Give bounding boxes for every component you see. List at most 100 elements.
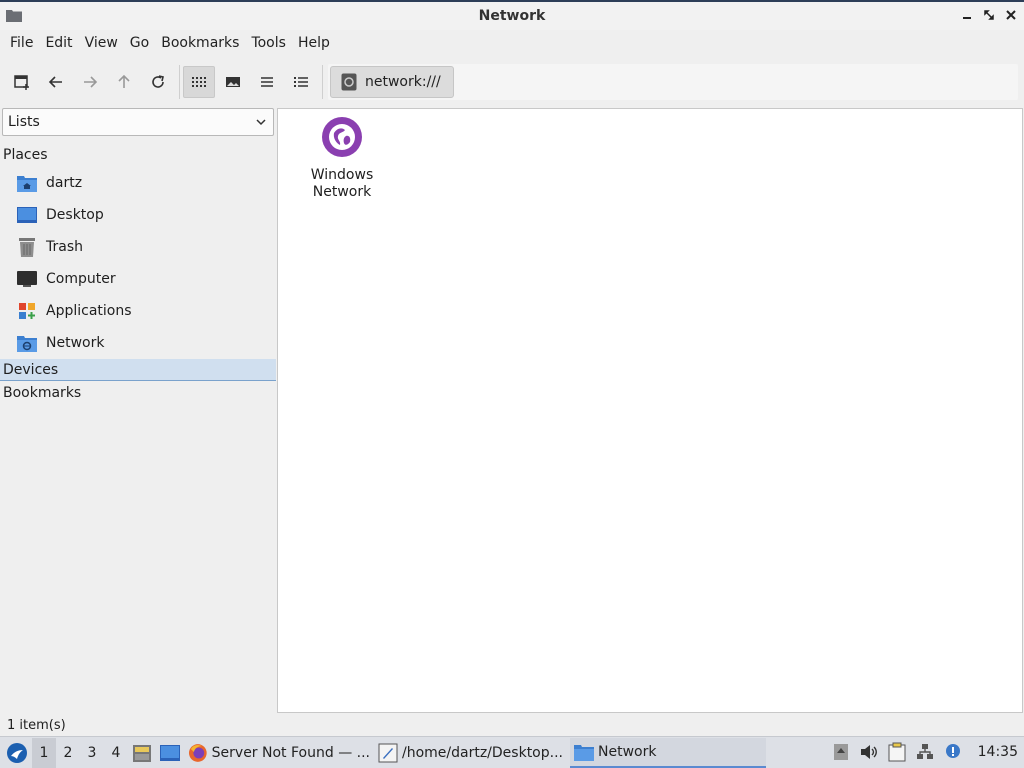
computer-icon bbox=[16, 268, 38, 290]
task-label: Server Not Found — ... bbox=[211, 744, 370, 761]
thumbnail-view-button[interactable] bbox=[217, 66, 249, 98]
quicklaunch-show-desktop[interactable] bbox=[156, 738, 184, 768]
minimize-icon bbox=[963, 17, 971, 19]
devices-header[interactable]: Devices bbox=[0, 359, 276, 381]
network-drive-icon bbox=[341, 73, 357, 91]
menu-view[interactable]: View bbox=[79, 35, 124, 51]
network-icon bbox=[916, 744, 933, 759]
detailed-list-icon bbox=[294, 77, 308, 87]
menu-bookmarks[interactable]: Bookmarks bbox=[155, 35, 245, 51]
file-item-windows-network[interactable]: Windows Network bbox=[300, 115, 384, 201]
sidebar-item-label: Network bbox=[46, 335, 105, 351]
quicklaunch-file-manager[interactable] bbox=[128, 738, 156, 768]
menu-tools[interactable]: Tools bbox=[245, 35, 292, 51]
desktop-icon bbox=[160, 744, 180, 761]
arrow-left-icon bbox=[48, 76, 62, 88]
arrow-up-icon bbox=[118, 74, 130, 88]
reload-icon bbox=[152, 75, 164, 88]
sidebar-item-label: Applications bbox=[46, 303, 132, 319]
sidebar: Lists Places dartz Desktop Trash Compute… bbox=[0, 108, 276, 712]
sidebar-item-label: Trash bbox=[46, 239, 83, 255]
system-tray: 14:35 bbox=[830, 737, 1024, 767]
tray-network[interactable] bbox=[914, 741, 936, 763]
workspace-4[interactable]: 4 bbox=[104, 738, 128, 768]
task-label: Network bbox=[598, 743, 657, 760]
item-count: 1 item(s) bbox=[7, 717, 66, 733]
workspace-2[interactable]: 2 bbox=[56, 738, 80, 768]
task-network[interactable]: Network bbox=[570, 737, 766, 768]
applications-icon bbox=[16, 300, 38, 322]
sidebar-mode-select[interactable]: Lists bbox=[2, 108, 274, 136]
places-header[interactable]: Places bbox=[0, 144, 276, 166]
title-bar: Network bbox=[0, 0, 1024, 30]
path-location: network:/// bbox=[365, 74, 441, 90]
file-item-label: Network bbox=[312, 184, 372, 200]
sidebar-mode-label: Lists bbox=[8, 114, 40, 130]
menu-help[interactable]: Help bbox=[292, 35, 336, 51]
image-icon bbox=[226, 77, 240, 87]
icon-view-button[interactable] bbox=[183, 66, 215, 98]
list-icon bbox=[261, 77, 273, 87]
task-firefox[interactable]: Server Not Found — ... bbox=[184, 738, 374, 768]
sidebar-item-network[interactable]: Network bbox=[0, 328, 276, 358]
folder-icon bbox=[574, 744, 594, 761]
new-tab-icon bbox=[14, 75, 29, 90]
network-folder-icon bbox=[16, 332, 38, 354]
clock[interactable]: 14:35 bbox=[978, 744, 1018, 760]
window-title: Network bbox=[478, 8, 546, 24]
package-icon bbox=[833, 744, 848, 760]
file-cabinet-icon bbox=[133, 744, 151, 762]
grid-icon bbox=[192, 77, 206, 87]
start-menu-button[interactable] bbox=[2, 738, 32, 768]
workspace-3[interactable]: 3 bbox=[80, 738, 104, 768]
sidebar-item-label: Computer bbox=[46, 271, 116, 287]
sidebar-item-computer[interactable]: Computer bbox=[0, 264, 276, 294]
maximize-icon bbox=[984, 10, 994, 20]
taskbar: 1 2 3 4 Server Not Found — ... /home/dar… bbox=[0, 736, 1024, 768]
bookmarks-header[interactable]: Bookmarks bbox=[0, 382, 276, 404]
sidebar-item-applications[interactable]: Applications bbox=[0, 296, 276, 326]
maximize-button[interactable] bbox=[982, 6, 996, 24]
arrow-right-icon bbox=[84, 76, 98, 88]
tray-volume[interactable] bbox=[858, 741, 880, 763]
toolbar: network:/// bbox=[0, 62, 1024, 102]
tray-updates[interactable] bbox=[830, 741, 852, 763]
home-folder-icon bbox=[16, 172, 38, 194]
sidebar-item-desktop[interactable]: Desktop bbox=[0, 200, 276, 230]
chevron-down-icon bbox=[256, 119, 266, 126]
sidebar-item-label: Desktop bbox=[46, 207, 104, 223]
menu-go[interactable]: Go bbox=[124, 35, 155, 51]
menu-file[interactable]: File bbox=[4, 35, 39, 51]
file-view[interactable]: Windows Network bbox=[277, 108, 1023, 713]
info-icon bbox=[945, 744, 960, 758]
lubuntu-logo-icon bbox=[7, 742, 27, 763]
menu-edit[interactable]: Edit bbox=[39, 35, 78, 51]
close-icon bbox=[1006, 10, 1016, 20]
minimize-button[interactable] bbox=[960, 6, 974, 24]
text-editor-icon bbox=[378, 743, 398, 762]
forward-button[interactable] bbox=[74, 66, 106, 98]
compact-view-button[interactable] bbox=[251, 66, 283, 98]
new-tab-button[interactable] bbox=[6, 66, 38, 98]
up-button[interactable] bbox=[108, 66, 140, 98]
sidebar-item-trash[interactable]: Trash bbox=[0, 232, 276, 262]
sidebar-item-dartz[interactable]: dartz bbox=[0, 168, 276, 198]
speaker-icon bbox=[860, 745, 877, 759]
sidebar-item-label: dartz bbox=[46, 175, 83, 191]
path-button-network[interactable]: network:/// bbox=[330, 66, 454, 98]
tray-notification[interactable] bbox=[942, 741, 964, 763]
file-item-label: Windows bbox=[310, 167, 374, 183]
close-button[interactable] bbox=[1004, 6, 1018, 24]
folder-icon bbox=[6, 10, 22, 22]
detailed-view-button[interactable] bbox=[285, 66, 317, 98]
back-button[interactable] bbox=[40, 66, 72, 98]
reload-button[interactable] bbox=[142, 66, 174, 98]
task-label: /home/dartz/Desktop... bbox=[402, 744, 563, 761]
globe-icon bbox=[322, 117, 362, 157]
task-text-editor[interactable]: /home/dartz/Desktop... bbox=[374, 738, 570, 768]
tray-clipboard[interactable] bbox=[886, 741, 908, 763]
toolbar-separator bbox=[179, 65, 180, 99]
trash-icon bbox=[16, 236, 38, 258]
menu-bar: File Edit View Go Bookmarks Tools Help bbox=[0, 30, 1024, 56]
workspace-1[interactable]: 1 bbox=[32, 737, 56, 768]
